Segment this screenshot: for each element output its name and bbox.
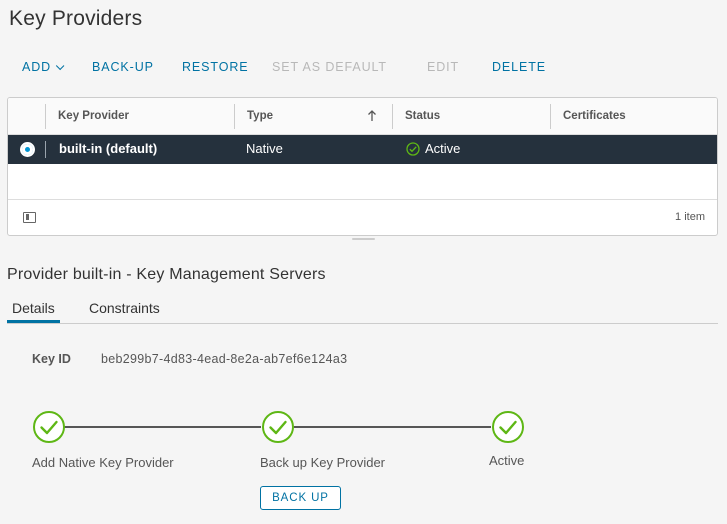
- cell-type: Native: [246, 141, 283, 156]
- step-complete-icon: [33, 411, 65, 443]
- grid-header: Key Provider Type Status Certificates: [8, 98, 717, 135]
- row-radio[interactable]: [20, 142, 35, 157]
- resize-handle[interactable]: [352, 238, 375, 240]
- status-text: Active: [425, 141, 461, 156]
- chevron-down-icon: [55, 61, 65, 71]
- tab-details[interactable]: Details: [7, 300, 60, 323]
- page-title: Key Providers: [9, 7, 143, 30]
- column-header-status[interactable]: Status: [393, 98, 440, 134]
- column-header-key-provider[interactable]: Key Provider: [46, 98, 129, 134]
- key-providers-grid: Key Provider Type Status Certificates bu…: [7, 97, 718, 236]
- item-count: 1 item: [675, 211, 705, 223]
- column-toggle-icon[interactable]: [23, 212, 36, 223]
- progress-line: [294, 426, 491, 428]
- step-label-active: Active: [489, 453, 525, 468]
- back-up-button[interactable]: BACK UP: [260, 486, 341, 510]
- column-header-type[interactable]: Type: [235, 98, 273, 134]
- grid-footer: 1 item: [8, 199, 717, 235]
- cell-status: Active: [406, 135, 460, 163]
- set-as-default-button[interactable]: SET AS DEFAULT: [272, 60, 387, 74]
- sort-ascending-icon[interactable]: [367, 110, 377, 122]
- detail-tabs: Details Constraints: [7, 296, 718, 324]
- step-complete-icon: [262, 411, 294, 443]
- step-label-add-native: Add Native Key Provider: [32, 455, 174, 470]
- delete-button[interactable]: DELETE: [492, 60, 546, 74]
- key-id-label: Key ID: [32, 352, 71, 366]
- table-row[interactable]: built-in (default) Native Active: [8, 135, 717, 164]
- detail-title: Provider built-in - Key Management Serve…: [7, 266, 326, 283]
- add-label: ADD: [22, 60, 52, 74]
- column-header-certificates[interactable]: Certificates: [551, 98, 626, 134]
- add-button[interactable]: ADD: [22, 60, 65, 74]
- key-id-value: beb299b7-4d83-4ead-8e2a-ab7ef6e124a3: [101, 352, 348, 366]
- row-separator: [45, 141, 46, 158]
- step-complete-icon: [492, 411, 524, 443]
- step-label-back-up: Back up Key Provider: [260, 455, 386, 470]
- progress-line: [64, 426, 261, 428]
- backup-button[interactable]: BACK-UP: [92, 60, 154, 74]
- check-circle-icon: [406, 142, 420, 156]
- restore-button[interactable]: RESTORE: [182, 60, 249, 74]
- cell-key-provider: built-in (default): [59, 141, 158, 156]
- tab-constraints[interactable]: Constraints: [89, 300, 160, 316]
- edit-button[interactable]: EDIT: [427, 60, 459, 74]
